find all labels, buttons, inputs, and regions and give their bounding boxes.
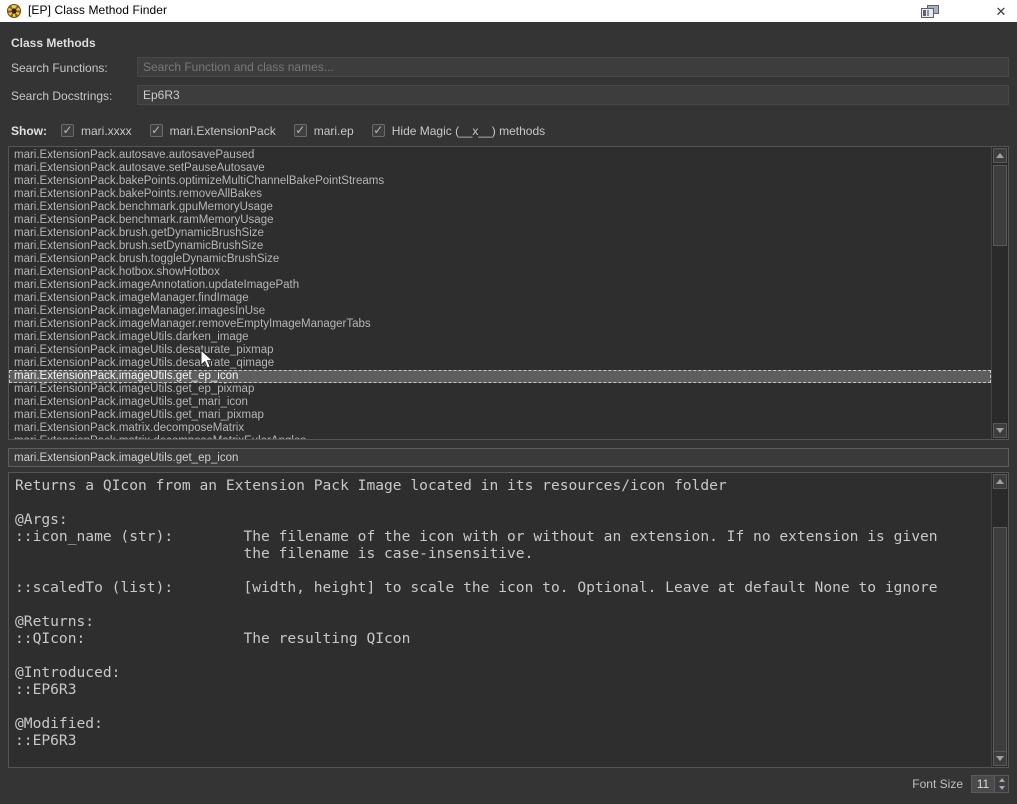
filter-checkbox-label: Hide Magic (__x__) methods (392, 124, 545, 138)
docstring-panel[interactable]: Returns a QIcon from an Extension Pack I… (8, 472, 1009, 768)
method-list-item[interactable]: mari.ExtensionPack.brush.setDynamicBrush… (9, 240, 991, 253)
filter-checkbox-label: mari.xxxx (81, 124, 132, 138)
window-title: [EP] Class Method Finder (28, 3, 167, 17)
method-list-item[interactable]: mari.ExtensionPack.autosave.autosavePaus… (9, 149, 991, 162)
filter-checkbox-label: mari.ExtensionPack (170, 124, 276, 138)
class-method-finder-window: [EP] Class Method Finder ✕ Class Methods… (0, 0, 1017, 804)
method-list-item[interactable]: mari.ExtensionPack.bakePoints.optimizeMu… (9, 175, 991, 188)
arrow-down-icon (999, 786, 1005, 790)
checkbox-icon: ✓ (61, 124, 74, 137)
section-title: Class Methods (11, 36, 96, 50)
filter-checkbox[interactable]: ✓ mari.xxxx (61, 124, 132, 138)
method-list-scrollbar[interactable] (991, 147, 1008, 439)
dock-float-button[interactable] (921, 5, 940, 18)
scrollbar-thumb[interactable] (993, 165, 1007, 246)
method-list-item[interactable]: mari.ExtensionPack.imageUtils.darken_ima… (9, 331, 991, 344)
scrollbar-thumb[interactable] (993, 527, 1007, 753)
font-size-spinbox[interactable] (971, 775, 1009, 793)
titlebar: [EP] Class Method Finder ✕ (0, 0, 1017, 22)
method-list-item[interactable]: mari.ExtensionPack.imageManager.findImag… (9, 292, 991, 305)
filter-checkbox[interactable]: ✓ Hide Magic (__x__) methods (372, 124, 545, 138)
method-list-item[interactable]: mari.ExtensionPack.imageUtils.get_mari_p… (9, 409, 991, 422)
method-list-item[interactable]: mari.ExtensionPack.imageAnnotation.updat… (9, 279, 991, 292)
close-icon: ✕ (996, 5, 1007, 18)
checkbox-icon: ✓ (150, 124, 163, 137)
method-list-item[interactable]: mari.ExtensionPack.brush.toggleDynamicBr… (9, 253, 991, 266)
search-functions-label: Search Functions: (11, 61, 108, 75)
app-icon (7, 4, 21, 18)
filter-checkbox-label: mari.ep (314, 124, 354, 138)
method-list-item[interactable]: mari.ExtensionPack.imageUtils.get_ep_pix… (9, 383, 991, 396)
method-list-item[interactable]: mari.ExtensionPack.imageUtils.desaturate… (9, 357, 991, 370)
method-list-item[interactable]: mari.ExtensionPack.hotbox.showHotbox (9, 266, 991, 279)
spin-up-button[interactable] (995, 776, 1008, 784)
footer: Font Size (912, 774, 1009, 794)
search-docstrings-input[interactable] (137, 85, 1009, 105)
scrollbar-track[interactable] (993, 164, 1007, 422)
close-button[interactable]: ✕ (985, 0, 1017, 22)
search-docstrings-label: Search Docstrings: (11, 89, 112, 103)
filters-checkboxes: ✓ mari.xxxx ✓ mari.ExtensionPack ✓ mari.ep ✓ Hi… (61, 124, 563, 138)
arrow-up-icon (999, 778, 1005, 782)
method-list-item[interactable]: mari.ExtensionPack.imageManager.removeEm… (9, 318, 991, 331)
filter-checkbox[interactable]: ✓ mari.ExtensionPack (150, 124, 276, 138)
arrow-down-icon (996, 756, 1004, 761)
arrow-down-icon (996, 428, 1004, 433)
docstring-scrollbar[interactable] (991, 473, 1008, 767)
filters-row: Show: ✓ mari.xxxx ✓ mari.ExtensionPack ✓ mari… (11, 122, 563, 139)
method-list-frame: mari.ExtensionPack.autosave.autosavePaus… (8, 146, 1009, 440)
filter-checkbox[interactable]: ✓ mari.ep (294, 124, 354, 138)
method-list-item[interactable]: mari.ExtensionPack.imageUtils.get_ep_ico… (9, 370, 991, 383)
selected-method-field[interactable] (8, 448, 1009, 467)
show-label: Show: (11, 124, 47, 138)
font-size-input[interactable] (972, 776, 994, 792)
method-list-item[interactable]: mari.ExtensionPack.imageUtils.desaturate… (9, 344, 991, 357)
scroll-down-button[interactable] (993, 751, 1007, 766)
method-list[interactable]: mari.ExtensionPack.autosave.autosavePaus… (9, 147, 991, 439)
scroll-up-button[interactable] (993, 474, 1007, 489)
search-functions-input[interactable] (137, 57, 1009, 77)
scrollbar-track[interactable] (993, 490, 1007, 750)
scroll-up-button[interactable] (993, 148, 1007, 163)
scroll-down-button[interactable] (993, 423, 1007, 438)
method-list-item[interactable]: mari.ExtensionPack.bakePoints.removeAllB… (9, 188, 991, 201)
docstring-text: Returns a QIcon from an Extension Pack I… (15, 477, 990, 749)
method-list-item[interactable]: mari.ExtensionPack.matrix.decomposeMatri… (9, 422, 991, 435)
arrow-up-icon (996, 479, 1004, 484)
spin-down-button[interactable] (995, 784, 1008, 792)
checkbox-icon: ✓ (294, 124, 307, 137)
method-list-item[interactable]: mari.ExtensionPack.autosave.setPauseAuto… (9, 162, 991, 175)
method-list-item[interactable]: mari.ExtensionPack.matrix.decomposeMatri… (9, 435, 991, 439)
font-size-label: Font Size (912, 777, 963, 791)
method-list-item[interactable]: mari.ExtensionPack.brush.getDynamicBrush… (9, 227, 991, 240)
checkbox-icon: ✓ (372, 124, 385, 137)
method-list-item[interactable]: mari.ExtensionPack.benchmark.gpuMemoryUs… (9, 201, 991, 214)
method-list-item[interactable]: mari.ExtensionPack.imageUtils.get_mari_i… (9, 396, 991, 409)
method-list-item[interactable]: mari.ExtensionPack.benchmark.ramMemoryUs… (9, 214, 991, 227)
method-list-item[interactable]: mari.ExtensionPack.imageManager.imagesIn… (9, 305, 991, 318)
arrow-up-icon (996, 153, 1004, 158)
